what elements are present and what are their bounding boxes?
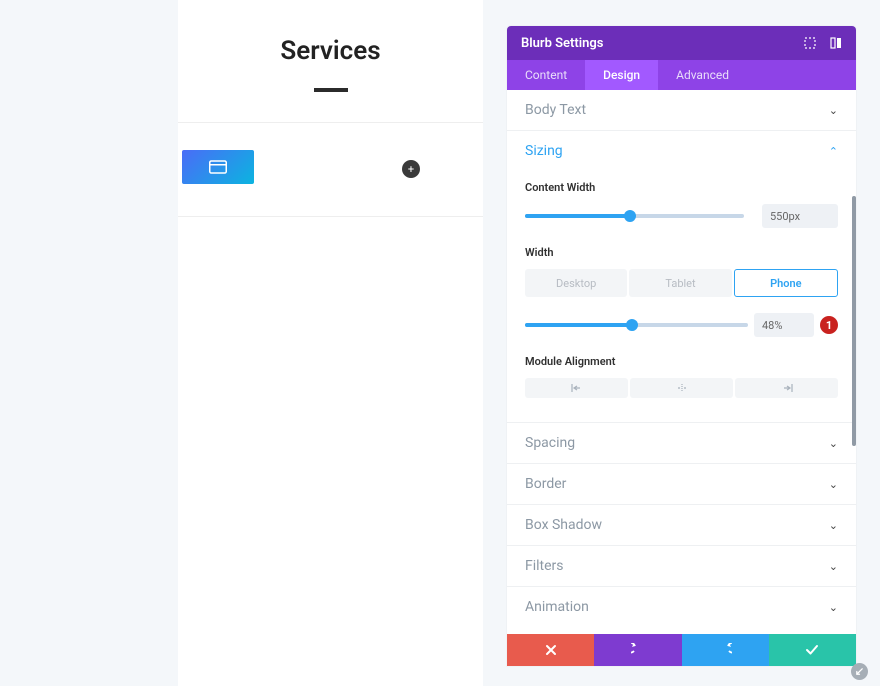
content-width-slider[interactable] [525,214,744,218]
tab-advanced[interactable]: Advanced [658,60,747,90]
check-icon [805,644,819,656]
section-label: Filters [525,558,564,574]
collapse-toggle[interactable] [851,663,868,680]
settings-panel: Blurb Settings Content Design Advanced B… [507,26,856,666]
slider-thumb[interactable] [626,319,638,331]
panel-title: Blurb Settings [521,36,604,51]
chevron-down-icon: ⌄ [829,104,838,117]
section-border[interactable]: Border ⌄ [507,464,856,505]
undo-button[interactable] [594,634,681,666]
snap-icon[interactable] [830,37,842,49]
section-spacing[interactable]: Spacing ⌄ [507,423,856,464]
align-right-button[interactable] [735,378,838,398]
width-value[interactable]: 48% [754,313,814,337]
section-animation[interactable]: Animation ⌄ [507,587,856,615]
tab-content[interactable]: Content [507,60,585,90]
section-body-text[interactable]: Body Text ⌄ [507,90,856,131]
chevron-down-icon: ⌄ [829,519,838,532]
redo-icon [718,643,732,657]
section-label: Animation [525,599,589,615]
panel-header: Blurb Settings [507,26,856,60]
width-label: Width [525,246,838,259]
callout-badge-1: 1 [820,316,838,334]
align-center-button[interactable] [630,378,733,398]
width-slider[interactable] [525,323,748,327]
panel-footer [507,634,856,666]
close-icon [545,644,557,656]
window-icon [209,160,227,174]
redo-button[interactable] [682,634,769,666]
device-tablet[interactable]: Tablet [629,269,731,297]
page-title: Services [178,0,483,66]
align-left-button[interactable] [525,378,628,398]
content-width-value[interactable]: 550px [762,204,838,228]
collapse-icon [855,667,864,676]
chevron-down-icon: ⌄ [829,601,838,614]
chevron-down-icon: ⌄ [829,560,838,573]
preview-canvas: Services + [178,0,483,686]
section-sizing[interactable]: Sizing ⌃ [507,131,856,171]
content-width-label: Content Width [525,181,838,194]
slider-thumb[interactable] [624,210,636,222]
scrollbar-thumb[interactable] [852,196,856,446]
title-underline [314,88,348,92]
tab-design[interactable]: Design [585,60,658,90]
chevron-up-icon: ⌃ [829,145,838,158]
expand-icon[interactable] [804,37,816,49]
undo-icon [631,643,645,657]
module-alignment-label: Module Alignment [525,355,838,368]
blurb-module[interactable] [182,150,254,184]
cancel-button[interactable] [507,634,594,666]
panel-tabs: Content Design Advanced [507,60,856,90]
section-label: Spacing [525,435,575,451]
add-module-button[interactable]: + [402,160,420,178]
section-label: Border [525,476,566,492]
chevron-down-icon: ⌄ [829,437,838,450]
save-button[interactable] [769,634,856,666]
sizing-body: Content Width 550px Width Desktop Tablet… [507,171,856,423]
section-label: Sizing [525,143,563,159]
device-phone[interactable]: Phone [734,269,838,297]
section-box-shadow[interactable]: Box Shadow ⌄ [507,505,856,546]
section-filters[interactable]: Filters ⌄ [507,546,856,587]
section-label: Box Shadow [525,517,602,533]
preview-section: + [178,122,483,217]
chevron-down-icon: ⌄ [829,478,838,491]
section-label: Body Text [525,102,586,118]
panel-body: Body Text ⌄ Sizing ⌃ Content Width 550px… [507,90,856,615]
device-desktop[interactable]: Desktop [525,269,627,297]
